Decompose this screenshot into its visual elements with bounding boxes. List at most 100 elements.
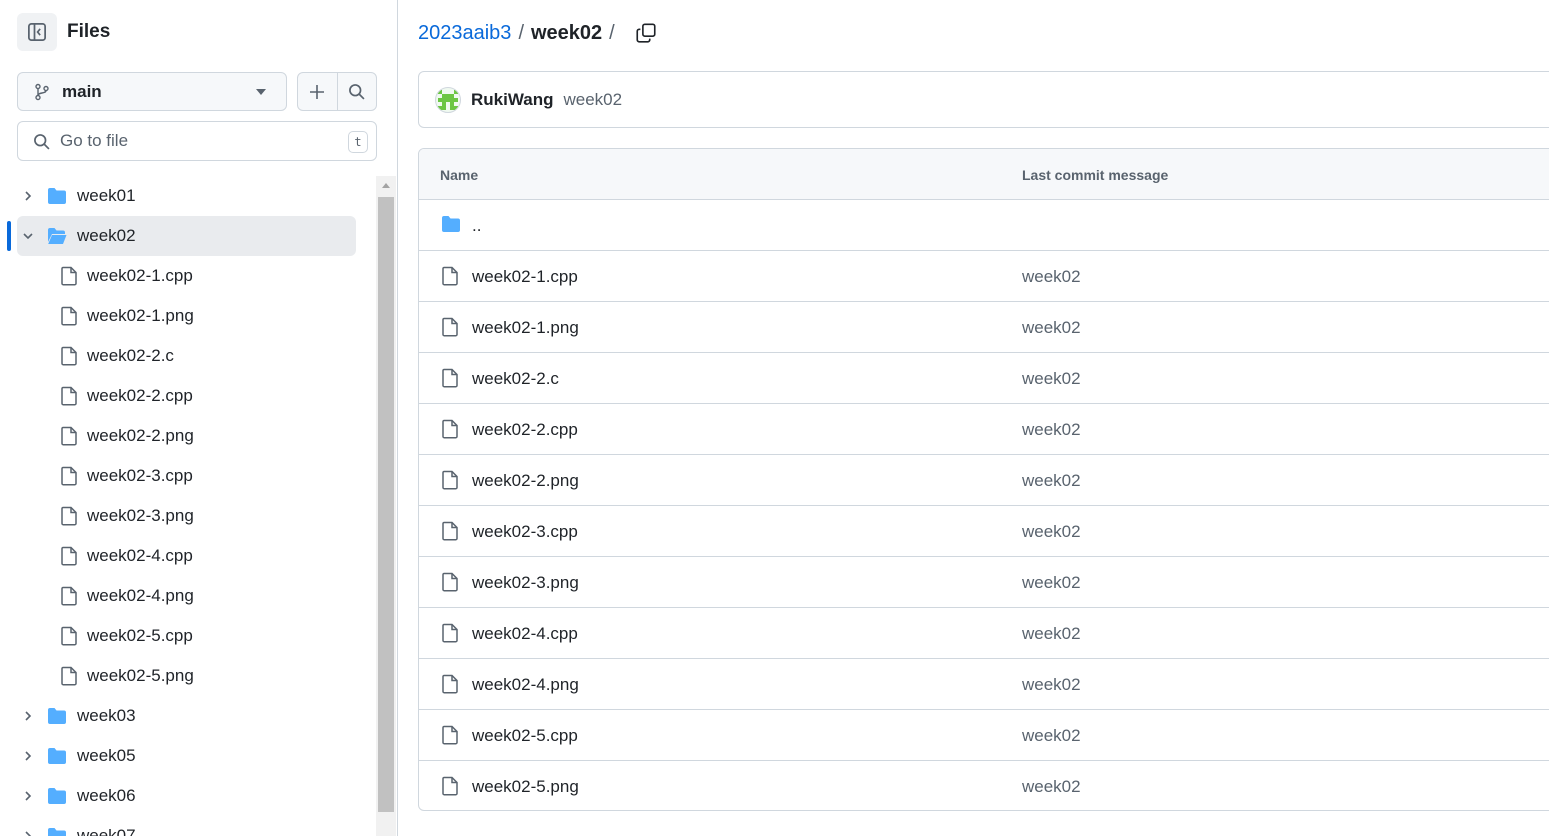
breadcrumb-repo-link[interactable]: 2023aaib3 <box>418 22 511 45</box>
avatar[interactable] <box>435 86 461 113</box>
tree-file-item[interactable]: week02-2.png <box>0 416 376 456</box>
file-name-link[interactable]: week02-4.cpp <box>472 624 578 644</box>
tree-file-item[interactable]: week02-1.png <box>0 296 376 336</box>
identicon-icon <box>438 89 458 110</box>
tree-folder-label: week06 <box>77 786 136 805</box>
tree-folder-week03[interactable]: week03 <box>0 696 376 736</box>
commit-message-link[interactable]: week02 <box>1022 318 1081 338</box>
folder-icon <box>48 788 66 804</box>
tree-file-item[interactable]: week02-2.cpp <box>0 376 376 416</box>
table-row: week02-4.png week02 <box>419 659 1549 710</box>
search-tree-button[interactable] <box>336 73 376 110</box>
sidebar-collapse-icon <box>28 23 46 41</box>
file-icon <box>442 623 458 643</box>
commit-message-link[interactable]: week02 <box>1022 777 1081 797</box>
chevron-right-icon[interactable] <box>20 748 36 764</box>
tree-file-item[interactable]: week02-5.png <box>0 656 376 696</box>
tree-folder-label: week02 <box>77 226 136 245</box>
copy-icon <box>636 23 656 43</box>
chevron-right-icon[interactable] <box>20 188 36 204</box>
file-icon <box>442 368 458 388</box>
sidebar-scrollbar[interactable] <box>376 176 396 836</box>
chevron-right-icon[interactable] <box>20 708 36 724</box>
file-icon <box>61 346 77 366</box>
tree-file-label: week02-3.png <box>87 506 194 525</box>
commit-message-link[interactable]: week02 <box>1022 522 1081 542</box>
chevron-right-icon[interactable] <box>20 828 36 836</box>
tree-file-item[interactable]: week02-4.cpp <box>0 536 376 576</box>
tree-file-label: week02-1.cpp <box>87 266 193 285</box>
tree-file-label: week02-5.png <box>87 666 194 685</box>
chevron-right-icon[interactable] <box>20 788 36 804</box>
tree-actions <box>297 72 377 111</box>
file-icon <box>61 306 77 326</box>
tree-file-item[interactable]: week02-5.cpp <box>0 616 376 656</box>
commit-message-link[interactable]: week02 <box>1022 267 1081 287</box>
file-name-link[interactable]: week02-2.c <box>472 369 559 389</box>
file-icon <box>442 521 458 541</box>
file-icon <box>61 626 77 646</box>
tree-folder-week01[interactable]: week01 <box>0 176 376 216</box>
tree-file-item[interactable]: week02-3.png <box>0 496 376 536</box>
file-icon <box>61 426 77 446</box>
commit-message[interactable]: week02 <box>563 90 622 110</box>
table-row: week02-2.png week02 <box>419 455 1549 506</box>
go-to-file-input[interactable]: Go to file t <box>17 121 377 161</box>
commit-message-link[interactable]: week02 <box>1022 726 1081 746</box>
commit-message-link[interactable]: week02 <box>1022 675 1081 695</box>
copy-path-button[interactable] <box>632 19 660 47</box>
chevron-down-icon[interactable] <box>20 228 36 244</box>
collapse-sidebar-button[interactable] <box>17 13 57 51</box>
commit-message-link[interactable]: week02 <box>1022 624 1081 644</box>
file-icon <box>61 506 77 526</box>
commit-message-link[interactable]: week02 <box>1022 369 1081 389</box>
table-row: week02-2.c week02 <box>419 353 1549 404</box>
file-icon <box>442 674 458 694</box>
file-name-link[interactable]: week02-4.png <box>472 675 579 695</box>
file-name-link[interactable]: week02-5.cpp <box>472 726 578 746</box>
file-name-link[interactable]: week02-3.png <box>472 573 579 593</box>
file-icon <box>442 266 458 286</box>
sidebar-header: Files <box>17 13 110 51</box>
file-name-link[interactable]: week02-2.cpp <box>472 420 578 440</box>
file-icon <box>442 572 458 592</box>
file-icon <box>442 419 458 439</box>
tree-folder-label: week03 <box>77 706 136 725</box>
file-icon <box>61 266 77 286</box>
tree-folder-week05[interactable]: week05 <box>0 736 376 776</box>
file-name-link[interactable]: week02-1.png <box>472 318 579 338</box>
scrollbar-thumb[interactable] <box>378 197 394 812</box>
tree-file-item[interactable]: week02-4.png <box>0 576 376 616</box>
folder-icon <box>48 748 66 764</box>
parent-directory-row[interactable]: .. <box>419 200 1549 251</box>
table-row: week02-4.cpp week02 <box>419 608 1549 659</box>
commit-message-link[interactable]: week02 <box>1022 420 1081 440</box>
branch-selector[interactable]: main <box>17 72 287 111</box>
commit-message-link[interactable]: week02 <box>1022 471 1081 491</box>
folder-open-icon <box>48 228 67 244</box>
file-icon <box>442 725 458 745</box>
tree-folder-week06[interactable]: week06 <box>0 776 376 816</box>
commit-message-link[interactable]: week02 <box>1022 573 1081 593</box>
folder-icon <box>48 708 66 724</box>
tree-file-item[interactable]: week02-3.cpp <box>0 456 376 496</box>
file-name-link[interactable]: week02-5.png <box>472 777 579 797</box>
latest-commit-bar: RukiWang week02 <box>418 71 1549 128</box>
file-name-link[interactable]: week02-3.cpp <box>472 522 578 542</box>
scroll-up-arrow-icon[interactable] <box>382 183 390 188</box>
tree-file-item[interactable]: week02-1.cpp <box>0 256 376 296</box>
commit-author[interactable]: RukiWang <box>471 90 553 110</box>
folder-icon <box>48 188 66 204</box>
file-name-link[interactable]: week02-1.cpp <box>472 267 578 287</box>
tree-file-label: week02-4.cpp <box>87 546 193 565</box>
folder-icon <box>442 216 460 232</box>
tree-folder-week02[interactable]: week02 <box>17 216 356 256</box>
tree-folder-week07[interactable]: week07 <box>0 816 376 836</box>
tree-file-item[interactable]: week02-2.c <box>0 336 376 376</box>
file-name-link[interactable]: week02-2.png <box>472 471 579 491</box>
add-file-button[interactable] <box>298 73 337 110</box>
parent-directory-link[interactable]: .. <box>472 216 481 236</box>
table-row: week02-1.png week02 <box>419 302 1549 353</box>
tree-folder-label: week05 <box>77 746 136 765</box>
file-icon <box>442 317 458 337</box>
